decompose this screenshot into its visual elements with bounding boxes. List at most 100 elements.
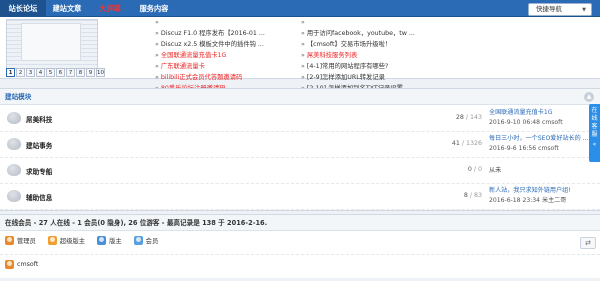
post-count: 83	[473, 192, 482, 199]
forum-name[interactable]: 屌美科技	[26, 114, 52, 124]
forum-category-block: 建站模块 ▲ 屌美科技 28 / 143 全国联通流量充值卡1G 2016-9-10 …	[0, 88, 600, 211]
bullet-icon: »	[301, 41, 305, 48]
last-post-title[interactable]: 每日三小时，一个SEO爱好站长的 ...	[489, 134, 594, 144]
news-item[interactable]: » Discuz F1.0 程序发布【2016-01 ...	[155, 28, 295, 39]
pager-page-5[interactable]: 5	[46, 68, 55, 77]
customer-service-tab[interactable]: 在线客服 «	[589, 104, 600, 162]
pager-page-1[interactable]: 1	[6, 68, 15, 77]
bullet-icon: »	[301, 30, 305, 37]
legend-item: 版主	[97, 236, 122, 245]
news-item[interactable]: »	[301, 17, 451, 28]
last-post: 全国联通流量充值卡1G 2016-9-10 06:48 cmsoft	[489, 108, 594, 128]
forum-stats: 8 / 83	[463, 192, 482, 199]
bullet-icon: »	[155, 63, 159, 70]
online-member[interactable]: cmsoft	[5, 260, 38, 269]
user-group-icon	[47, 236, 57, 245]
forum-name[interactable]: 建站事务	[26, 140, 52, 150]
news-item[interactable]: » 用于访问facebook，youtube，tw ...	[301, 28, 451, 39]
last-post-meta: 2016-6-18 23:34 米主二哥	[489, 197, 567, 204]
news-item[interactable]: » [4-1]常用的网站程序有哪些?	[301, 61, 451, 72]
quick-nav-label: 快捷导航	[536, 5, 562, 13]
user-group-icon	[97, 236, 107, 245]
double-chevron-icon: «	[592, 141, 597, 148]
legend-item: 管理员	[5, 236, 36, 245]
user-group-icon	[5, 236, 14, 245]
news-item-title: Discuz x2.5 模板文件中的插件钩 ...	[160, 41, 264, 48]
news-item-title: 【cmsoft】交易市场升级啦！	[306, 41, 392, 48]
forum-name[interactable]: 求助专船	[26, 166, 52, 176]
top-nav: 站长论坛 建站文章 大屏幕 服务内容 快捷导航 ▼	[0, 0, 600, 17]
forum-row: 求助专船 0 / 0 从未	[0, 158, 600, 184]
news-list-right: »» 用于访问facebook，youtube，tw ...» 【cmsoft】交易…	[301, 17, 451, 94]
bullet-icon: »	[301, 74, 305, 81]
forum-icon	[7, 164, 21, 176]
user-icon	[5, 260, 14, 269]
chevron-down-icon: ▼	[582, 7, 586, 13]
nav-tab-services[interactable]: 服务内容	[134, 0, 174, 17]
news-item[interactable]: » 全国联通流量充值卡1G	[155, 50, 295, 61]
forum-row: 屌美科技 28 / 143 全国联通流量充值卡1G 2016-9-10 06:48 c…	[0, 106, 600, 132]
last-post-title[interactable]: 全国联通流量充值卡1G	[489, 108, 594, 118]
news-item[interactable]: » Discuz x2.5 模板文件中的插件钩 ...	[155, 39, 295, 50]
pager-page-10[interactable]: 10	[96, 68, 105, 77]
forum-stats: 28 / 143	[455, 114, 482, 121]
legend-label: 会员	[145, 238, 159, 245]
post-count: 0	[477, 166, 482, 173]
member-name: cmsoft	[17, 261, 39, 268]
news-panel: 1 2 3 4 5 6 7 8 9 10 »» Discuz F1.0 程序发布【2016-01 .…	[0, 17, 600, 92]
last-post-title[interactable]: 新人站，我只求知外链用户组!	[489, 186, 594, 196]
news-item-title: Discuz F1.0 程序发布【2016-01 ...	[160, 30, 265, 37]
quick-nav-dropdown[interactable]: 快捷导航 ▼	[528, 3, 592, 16]
news-item-title: [4-1]常用的网站程序有哪些?	[306, 63, 389, 70]
news-item-title: 用于访问facebook，youtube，tw ...	[306, 30, 415, 37]
nav-tab-bigscreen[interactable]: 大屏幕	[90, 0, 130, 17]
pager-page-2[interactable]: 2	[16, 68, 25, 77]
pager-page-8[interactable]: 8	[76, 68, 85, 77]
bullet-icon: »	[301, 63, 305, 70]
thread-count: 41	[451, 140, 460, 147]
legend-item: 超级版主	[47, 236, 86, 245]
last-post-meta: 2016-9-6 16:56 cmsoft	[489, 145, 559, 152]
collapse-icon[interactable]: ▲	[584, 92, 594, 102]
slideshow-image[interactable]	[6, 19, 98, 69]
bullet-icon: »	[155, 30, 159, 37]
post-count: 143	[469, 114, 482, 121]
legend-label: 版主	[109, 238, 122, 245]
bullet-icon: »	[155, 74, 159, 81]
nav-tab-articles[interactable]: 建站文章	[47, 0, 87, 17]
last-post: 新人站，我只求知外链用户组! 2016-6-18 23:34 米主二哥	[489, 186, 594, 206]
forum-stats: 0 / 0	[467, 166, 482, 173]
bullet-icon: »	[301, 19, 305, 26]
forum-icon	[7, 190, 21, 202]
last-post-meta: 2016-9-10 06:48 cmsoft	[489, 119, 563, 126]
online-members-panel: 在线会员 - 27 人在线 - 1 会员(0 隐身), 26 位游客 - 最高记…	[0, 214, 600, 278]
news-item[interactable]: »	[155, 17, 295, 28]
thread-count: 28	[455, 114, 464, 121]
bullet-icon: »	[155, 19, 159, 26]
news-item[interactable]: » [2-9]怎样添加URL转发记录	[301, 72, 451, 83]
bullet-icon: »	[155, 52, 159, 59]
pager-page-3[interactable]: 3	[26, 68, 35, 77]
online-summary: 在线会员 - 27 人在线 - 1 会员(0 隐身), 26 位游客 - 最高记…	[0, 215, 600, 231]
user-group-icon	[133, 236, 143, 245]
pager-page-6[interactable]: 6	[56, 68, 65, 77]
pager-page-4[interactable]: 4	[36, 68, 45, 77]
news-item[interactable]: » 【cmsoft】交易市场升级啦！	[301, 39, 451, 50]
pager-page-9[interactable]: 9	[86, 68, 95, 77]
pager-page-7[interactable]: 7	[66, 68, 75, 77]
news-item[interactable]: » 广东联通流量卡	[155, 61, 295, 72]
category-title[interactable]: 建站模块	[0, 89, 600, 105]
news-item[interactable]: » 屌美科技服务列表	[301, 50, 451, 61]
bullet-icon: »	[301, 52, 305, 59]
user-group-legend: 管理员 超级版主 版主 会员	[5, 236, 170, 245]
forum-name[interactable]: 辅助信息	[26, 192, 52, 202]
news-list-left: »» Discuz F1.0 程序发布【2016-01 ...» Discuz x2…	[155, 17, 295, 94]
toggle-online-icon[interactable]: ⇄	[580, 237, 596, 249]
last-post-title: 从未	[489, 167, 502, 174]
news-item-title: 广东联通流量卡	[160, 63, 205, 70]
legend-label: 超级版主	[59, 238, 86, 245]
nav-tab-forum[interactable]: 站长论坛	[0, 0, 46, 17]
news-item-title: 全国联通流量充值卡1G	[160, 52, 227, 59]
news-item[interactable]: » bilibili正式会员代答题邀请码	[155, 72, 295, 83]
forum-icon	[7, 112, 21, 124]
